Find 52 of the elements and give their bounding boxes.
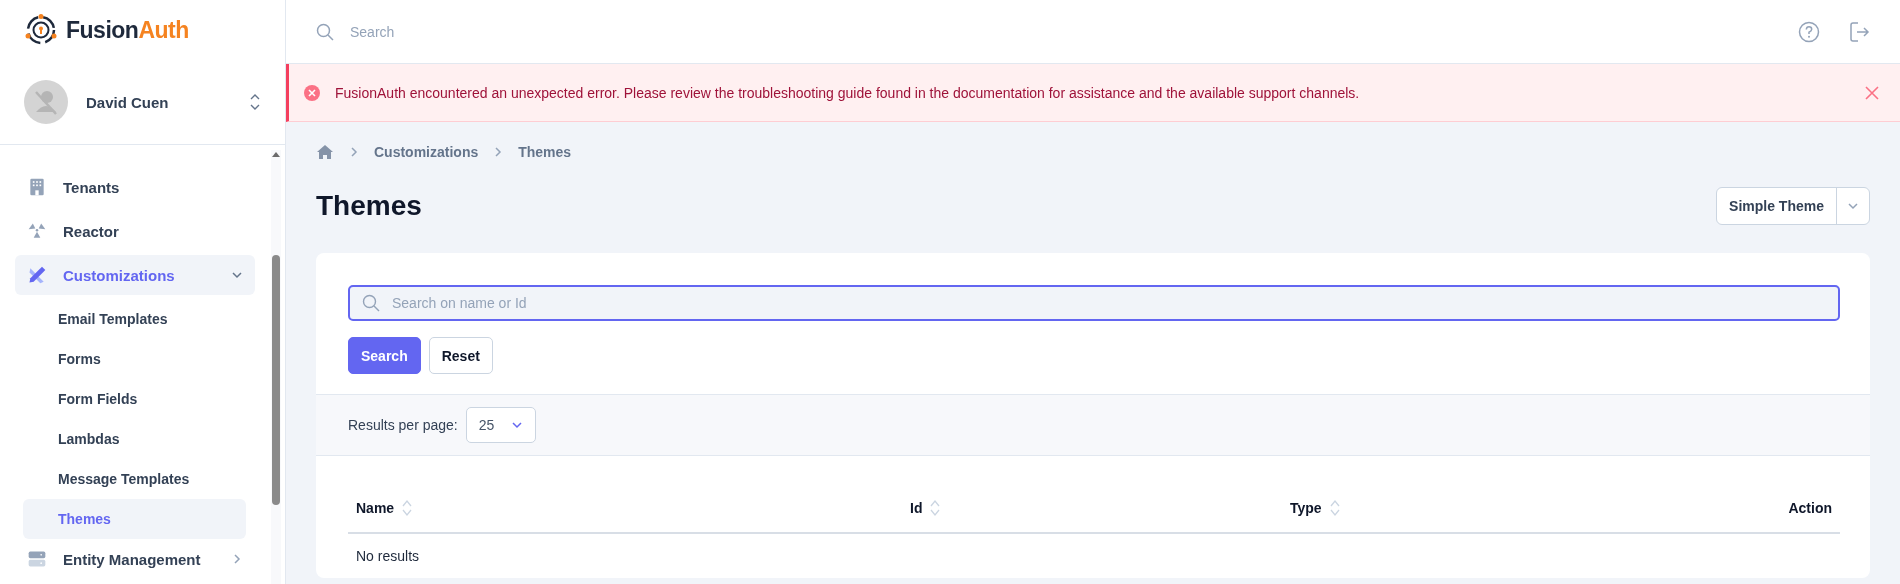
sidebar-item[interactable]: Tenants — [15, 167, 255, 207]
theme-select[interactable]: Simple Theme — [1716, 187, 1870, 225]
logo-icon — [24, 13, 58, 47]
sidebar-subitem[interactable]: Forms — [23, 339, 246, 379]
help-icon[interactable] — [1798, 20, 1820, 43]
page-title: Themes — [316, 190, 422, 222]
sidebar-subitem[interactable]: Message Templates — [23, 459, 246, 499]
results-per-page-label: Results per page: — [348, 417, 458, 433]
chevron-icon — [1847, 200, 1859, 212]
building-icon — [27, 177, 47, 197]
breadcrumb-link[interactable]: Themes — [518, 144, 572, 160]
column-header[interactable]: Name — [356, 500, 395, 516]
avatar-icon[interactable] — [24, 80, 68, 124]
sidebar-item[interactable]: Customizations — [15, 255, 255, 295]
server-icon — [27, 549, 47, 569]
sort-icon[interactable] — [1329, 499, 1340, 517]
sidebar-subitem[interactable]: Lambdas — [23, 419, 246, 459]
column-header: Action — [1788, 500, 1832, 516]
column-header[interactable]: Id — [910, 500, 923, 516]
pencil-icon — [27, 265, 47, 285]
user-name[interactable]: David Cuen — [86, 93, 231, 111]
brand-name: FusionAuth — [66, 16, 189, 44]
error-message: FusionAuth encountered an unexpected error. Please review the troubleshooting guide found in the documentation for assistance and the available support channels. — [335, 84, 1361, 101]
home-icon[interactable] — [316, 144, 334, 160]
radiation-icon — [27, 221, 47, 241]
empty-message: No results — [355, 547, 421, 566]
scrollbar-thumb[interactable] — [272, 255, 280, 505]
chevron-icon — [231, 553, 243, 565]
reset-button[interactable]: Reset — [428, 337, 493, 374]
search-button[interactable]: Search — [348, 337, 421, 374]
sidebar-item[interactable]: Entity Management — [15, 539, 255, 579]
logout-icon[interactable] — [1848, 20, 1870, 43]
search-field[interactable]: Search on name or Id — [348, 285, 1840, 321]
error-icon — [304, 84, 320, 101]
close-icon[interactable] — [1864, 84, 1880, 101]
sidebar-subitem[interactable]: Form Fields — [23, 379, 246, 419]
chevron-icon — [348, 146, 360, 158]
scroll-up-icon[interactable] — [271, 150, 281, 158]
sort-icon[interactable] — [930, 499, 941, 517]
search-icon — [362, 294, 380, 312]
sidebar-subitem[interactable]: Email Templates — [23, 299, 246, 339]
sidebar-item[interactable]: Reactor — [15, 211, 255, 251]
expand-collapse-icon[interactable] — [249, 92, 261, 112]
breadcrumb-link[interactable]: Customizations — [374, 144, 479, 160]
chevron-icon — [510, 419, 523, 431]
search-input[interactable]: Search on name or Id — [390, 294, 1826, 312]
column-header[interactable]: Type — [1290, 500, 1322, 516]
search-icon — [316, 22, 334, 41]
sidebar-subitem[interactable]: Themes — [23, 499, 246, 539]
sort-icon[interactable] — [402, 499, 413, 517]
results-per-page-select[interactable]: 25 — [465, 407, 536, 443]
chevron-icon — [231, 269, 243, 281]
